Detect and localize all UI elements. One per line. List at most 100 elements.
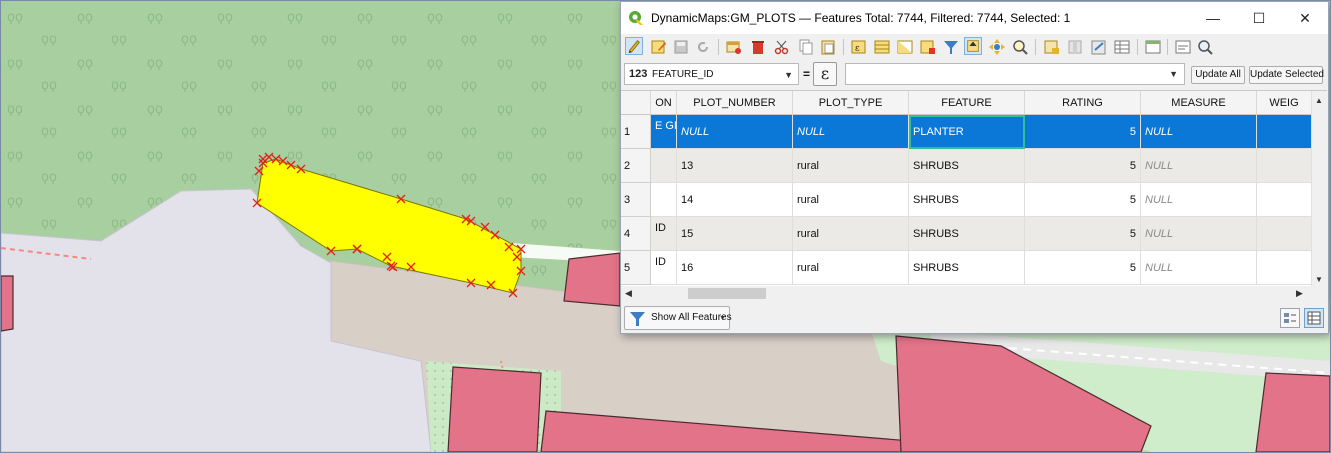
paste-icon[interactable] xyxy=(819,38,837,56)
table-cell[interactable]: 13 xyxy=(677,149,793,183)
scroll-right-icon[interactable]: ▶ xyxy=(1296,288,1303,299)
table-cell[interactable]: E GM xyxy=(651,115,677,149)
table-cell[interactable]: rural xyxy=(793,183,909,217)
scroll-left-icon[interactable]: ◀ xyxy=(625,288,632,299)
scroll-down-icon[interactable]: ▼ xyxy=(1315,275,1323,284)
table-cell[interactable]: PLANTER xyxy=(909,115,1025,149)
table-cell[interactable]: SHRUBS xyxy=(909,251,1025,285)
cut-icon[interactable] xyxy=(773,38,791,56)
deselect-icon[interactable] xyxy=(919,38,937,56)
table-cell[interactable]: 5 xyxy=(1025,115,1141,149)
table-cell[interactable]: 15 xyxy=(677,217,793,251)
conditional-format-icon[interactable] xyxy=(1113,38,1131,56)
table-cell[interactable]: 5 xyxy=(1025,183,1141,217)
filter-icon[interactable] xyxy=(942,38,960,56)
update-all-button[interactable]: Update All xyxy=(1191,66,1245,84)
row-number[interactable]: 1 xyxy=(621,115,651,149)
table-cell[interactable]: ID xyxy=(651,251,677,285)
column-header[interactable]: RATING xyxy=(1025,91,1141,115)
column-header[interactable]: MEASURE xyxy=(1141,91,1257,115)
table-view-button[interactable] xyxy=(1304,308,1324,328)
chevron-down-icon: ▼ xyxy=(719,315,726,322)
table-cell[interactable]: SHRUBS xyxy=(909,149,1025,183)
select-all-icon[interactable] xyxy=(873,38,891,56)
building xyxy=(447,366,542,452)
title-bar[interactable]: DynamicMaps:GM_PLOTS — Features Total: 7… xyxy=(621,2,1328,34)
field-select-dropdown[interactable]: 123 FEATURE_ID ▼ xyxy=(624,63,799,85)
field-calculator-bar: 123 FEATURE_ID ▼ = ε ▼ Update All Update… xyxy=(621,60,1328,90)
chevron-down-icon: ▼ xyxy=(1169,69,1178,79)
update-selected-button[interactable]: Update Selected xyxy=(1249,66,1324,84)
table-cell[interactable] xyxy=(1257,149,1312,183)
table-cell[interactable]: SHRUBS xyxy=(909,183,1025,217)
row-number[interactable]: 3 xyxy=(621,183,651,217)
table-cell[interactable]: NULL xyxy=(1141,183,1257,217)
chevron-down-icon: ▼ xyxy=(784,70,793,80)
close-button[interactable]: ✕ xyxy=(1282,2,1328,34)
form-view-button[interactable] xyxy=(1280,308,1300,328)
move-selection-top-icon[interactable] xyxy=(964,37,982,55)
table-cell[interactable]: NULL xyxy=(677,115,793,149)
table-cell[interactable] xyxy=(651,183,677,217)
table-cell[interactable] xyxy=(1257,183,1312,217)
horizontal-scrollbar[interactable]: ◀ ▶ xyxy=(621,286,1327,302)
delete-feature-icon[interactable] xyxy=(749,38,767,56)
table-cell[interactable]: NULL xyxy=(1141,217,1257,251)
table-cell[interactable]: SHRUBS xyxy=(909,217,1025,251)
table-cell[interactable]: rural xyxy=(793,217,909,251)
table-cell[interactable]: NULL xyxy=(793,115,909,149)
scrollbar-thumb[interactable] xyxy=(688,288,766,299)
table-cell[interactable]: NULL xyxy=(1141,251,1257,285)
row-number[interactable]: 2 xyxy=(621,149,651,183)
save-edits-icon[interactable] xyxy=(672,38,690,56)
table-cell[interactable]: 14 xyxy=(677,183,793,217)
vertical-scrollbar[interactable]: ▲ ▼ xyxy=(1311,91,1327,289)
pencil-edit-icon[interactable] xyxy=(625,37,643,55)
row-number[interactable]: 4 xyxy=(621,217,651,251)
table-cell[interactable]: 5 xyxy=(1025,251,1141,285)
table-cell[interactable] xyxy=(651,149,677,183)
table-cell[interactable]: rural xyxy=(793,149,909,183)
pan-to-selection-icon[interactable] xyxy=(988,38,1006,56)
table-cell[interactable]: rural xyxy=(793,251,909,285)
invert-selection-icon[interactable] xyxy=(896,38,914,56)
expression-input[interactable]: ▼ xyxy=(845,63,1185,85)
table-cell[interactable] xyxy=(1257,217,1312,251)
maximize-button[interactable]: ☐ xyxy=(1236,2,1282,34)
delete-field-icon[interactable] xyxy=(1067,38,1085,56)
table-cell[interactable] xyxy=(1257,115,1312,149)
column-header[interactable]: WEIG xyxy=(1257,91,1312,115)
copy-icon[interactable] xyxy=(797,38,815,56)
column-header[interactable]: FEATURE xyxy=(909,91,1025,115)
table-cell[interactable]: NULL xyxy=(1141,149,1257,183)
dock-icon[interactable] xyxy=(1144,38,1162,56)
corner-header[interactable] xyxy=(621,91,651,115)
expression-builder-button[interactable]: ε xyxy=(813,62,837,86)
toolbar-separator xyxy=(718,39,719,55)
field-calculator-icon[interactable] xyxy=(1090,38,1108,56)
show-all-features-button[interactable]: Show All Features ▼ xyxy=(624,306,732,330)
attribute-toolbar: ε xyxy=(621,34,1328,60)
table-cell[interactable]: 5 xyxy=(1025,149,1141,183)
reload-icon[interactable] xyxy=(694,38,712,56)
actions-icon[interactable] xyxy=(1174,38,1192,56)
expression-select-icon[interactable]: ε xyxy=(850,38,868,56)
column-header[interactable]: PLOT_NUMBER xyxy=(677,91,793,115)
column-header[interactable]: PLOT_TYPE xyxy=(793,91,909,115)
table-cell[interactable]: 5 xyxy=(1025,217,1141,251)
toolbar-separator xyxy=(1137,39,1138,55)
table-cell[interactable]: ID xyxy=(651,217,677,251)
zoom-to-selection-icon[interactable] xyxy=(1011,38,1029,56)
add-feature-icon[interactable] xyxy=(725,38,743,56)
column-header[interactable]: ON xyxy=(651,91,677,115)
minimize-button[interactable]: — xyxy=(1190,2,1236,34)
zoom-map-icon[interactable] xyxy=(1196,38,1214,56)
new-field-icon[interactable] xyxy=(1043,38,1061,56)
multi-edit-icon[interactable] xyxy=(650,38,668,56)
table-cell[interactable]: 16 xyxy=(677,251,793,285)
table-cell[interactable] xyxy=(1257,251,1312,285)
row-number[interactable]: 5 xyxy=(621,251,651,285)
table-cell[interactable]: NULL xyxy=(1141,115,1257,149)
scroll-up-icon[interactable]: ▲ xyxy=(1315,96,1323,105)
table-view-icon xyxy=(1307,311,1321,325)
